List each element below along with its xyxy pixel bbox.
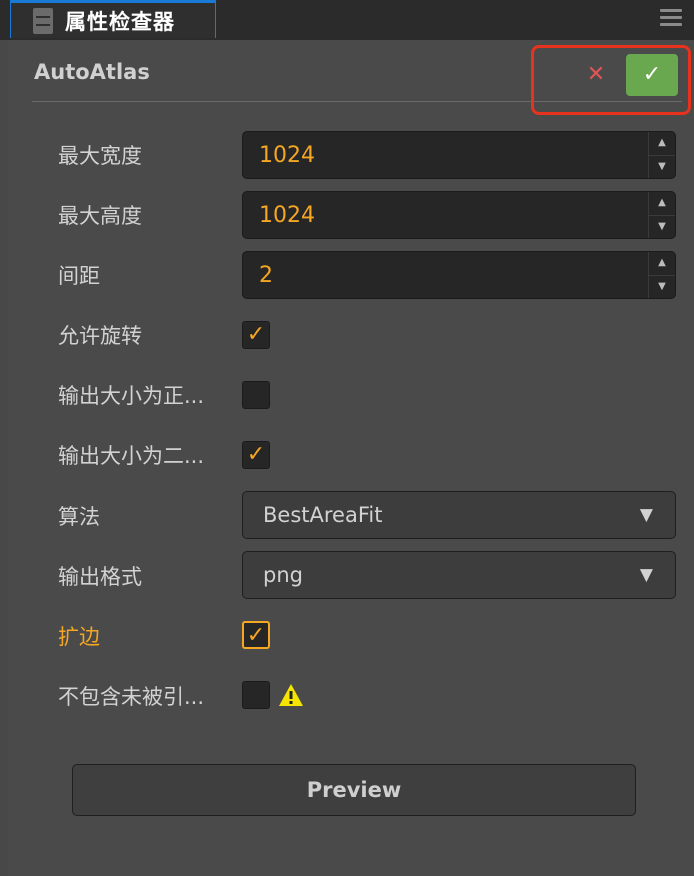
padding-label: 间距 bbox=[58, 264, 100, 288]
dropdown-arrow-icon: ▼ bbox=[639, 505, 653, 525]
dropdown-arrow-icon: ▼ bbox=[639, 565, 653, 585]
allow-rotation-label: 允许旋转 bbox=[58, 324, 142, 348]
apply-button[interactable]: ✓ bbox=[626, 54, 678, 96]
step-down-icon[interactable]: ▼ bbox=[649, 276, 675, 299]
format-label: 输出格式 bbox=[58, 565, 142, 589]
preview-button[interactable]: Preview bbox=[72, 764, 636, 816]
format-value: png bbox=[263, 563, 303, 587]
max-width-label: 最大宽度 bbox=[58, 144, 142, 168]
tab-label: 属性检查器 bbox=[65, 9, 175, 34]
check-icon: ✓ bbox=[642, 62, 662, 87]
step-up-icon[interactable]: ▲ bbox=[649, 132, 675, 156]
padding-stepper[interactable]: ▲ ▼ bbox=[648, 252, 675, 298]
power-of-two-label: 输出大小为二... bbox=[58, 444, 205, 468]
algorithm-value: BestAreaFit bbox=[263, 503, 383, 527]
max-width-value: 1024 bbox=[259, 142, 315, 168]
padding-value: 2 bbox=[259, 262, 273, 288]
max-width-stepper[interactable]: ▲ ▼ bbox=[648, 132, 675, 178]
component-title: AutoAtlas bbox=[34, 60, 150, 84]
step-up-icon[interactable]: ▲ bbox=[649, 252, 675, 276]
tab-inspector[interactable]: 属性检查器 bbox=[10, 0, 216, 38]
warning-icon[interactable] bbox=[278, 683, 304, 707]
revert-button[interactable]: ✕ bbox=[583, 62, 609, 88]
filter-unused-label: 不包含未被引... bbox=[58, 685, 205, 709]
step-down-icon[interactable]: ▼ bbox=[649, 216, 675, 239]
max-height-label: 最大高度 bbox=[58, 204, 142, 228]
max-height-value: 1024 bbox=[259, 202, 315, 228]
format-select[interactable]: png ▼ bbox=[242, 551, 676, 599]
max-height-input[interactable]: 1024 ▲ ▼ bbox=[242, 191, 676, 239]
title-bar: 属性检查器 bbox=[0, 0, 694, 40]
close-icon: ✕ bbox=[586, 62, 606, 87]
filter-unused-checkbox[interactable] bbox=[242, 681, 270, 709]
force-squared-label: 输出大小为正... bbox=[58, 384, 205, 408]
max-width-input[interactable]: 1024 ▲ ▼ bbox=[242, 131, 676, 179]
extrude-label: 扩边 bbox=[58, 625, 100, 649]
max-height-stepper[interactable]: ▲ ▼ bbox=[648, 192, 675, 238]
force-squared-checkbox[interactable] bbox=[242, 381, 270, 409]
power-of-two-checkbox[interactable]: ✓ bbox=[242, 441, 270, 469]
step-up-icon[interactable]: ▲ bbox=[649, 192, 675, 216]
step-down-icon[interactable]: ▼ bbox=[649, 156, 675, 179]
padding-input[interactable]: 2 ▲ ▼ bbox=[242, 251, 676, 299]
allow-rotation-checkbox[interactable]: ✓ bbox=[242, 321, 270, 349]
algorithm-select[interactable]: BestAreaFit ▼ bbox=[242, 491, 676, 539]
extrude-checkbox[interactable]: ✓ bbox=[242, 621, 270, 649]
inspector-icon bbox=[33, 7, 53, 34]
algorithm-label: 算法 bbox=[58, 505, 100, 529]
menu-icon[interactable] bbox=[660, 9, 682, 27]
